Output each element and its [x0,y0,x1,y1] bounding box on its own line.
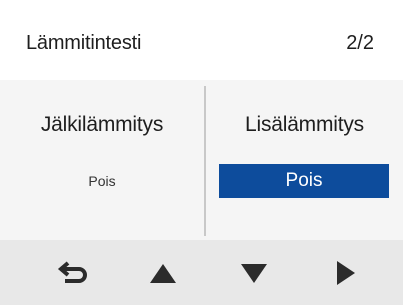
down-button[interactable] [214,240,294,305]
header-bar: Lämmitintesti 2/2 [0,0,403,80]
page-title: Lämmitintesti [26,32,142,54]
next-button[interactable] [305,240,385,305]
back-button[interactable] [34,240,114,305]
setting-label: Lisälämmitys [245,113,364,136]
back-arrow-icon [57,260,91,286]
triangle-right-icon [333,259,357,287]
triangle-down-icon [239,261,269,285]
triangle-up-icon [148,261,178,285]
navigation-bar [0,240,403,305]
up-button[interactable] [123,240,203,305]
setting-column-lisalammitys[interactable]: Lisälämmitys Pois [206,80,403,240]
column-divider [204,86,206,236]
setting-column-jalkilammitys[interactable]: Jälkilämmitys Pois [0,80,204,240]
setting-value-selected[interactable]: Pois [219,164,389,198]
setting-label: Jälkilämmitys [40,113,164,136]
setting-value[interactable]: Pois [0,164,204,198]
settings-panel: Jälkilämmitys Pois Lisälämmitys Pois [0,80,403,240]
page-indicator: 2/2 [346,32,374,54]
